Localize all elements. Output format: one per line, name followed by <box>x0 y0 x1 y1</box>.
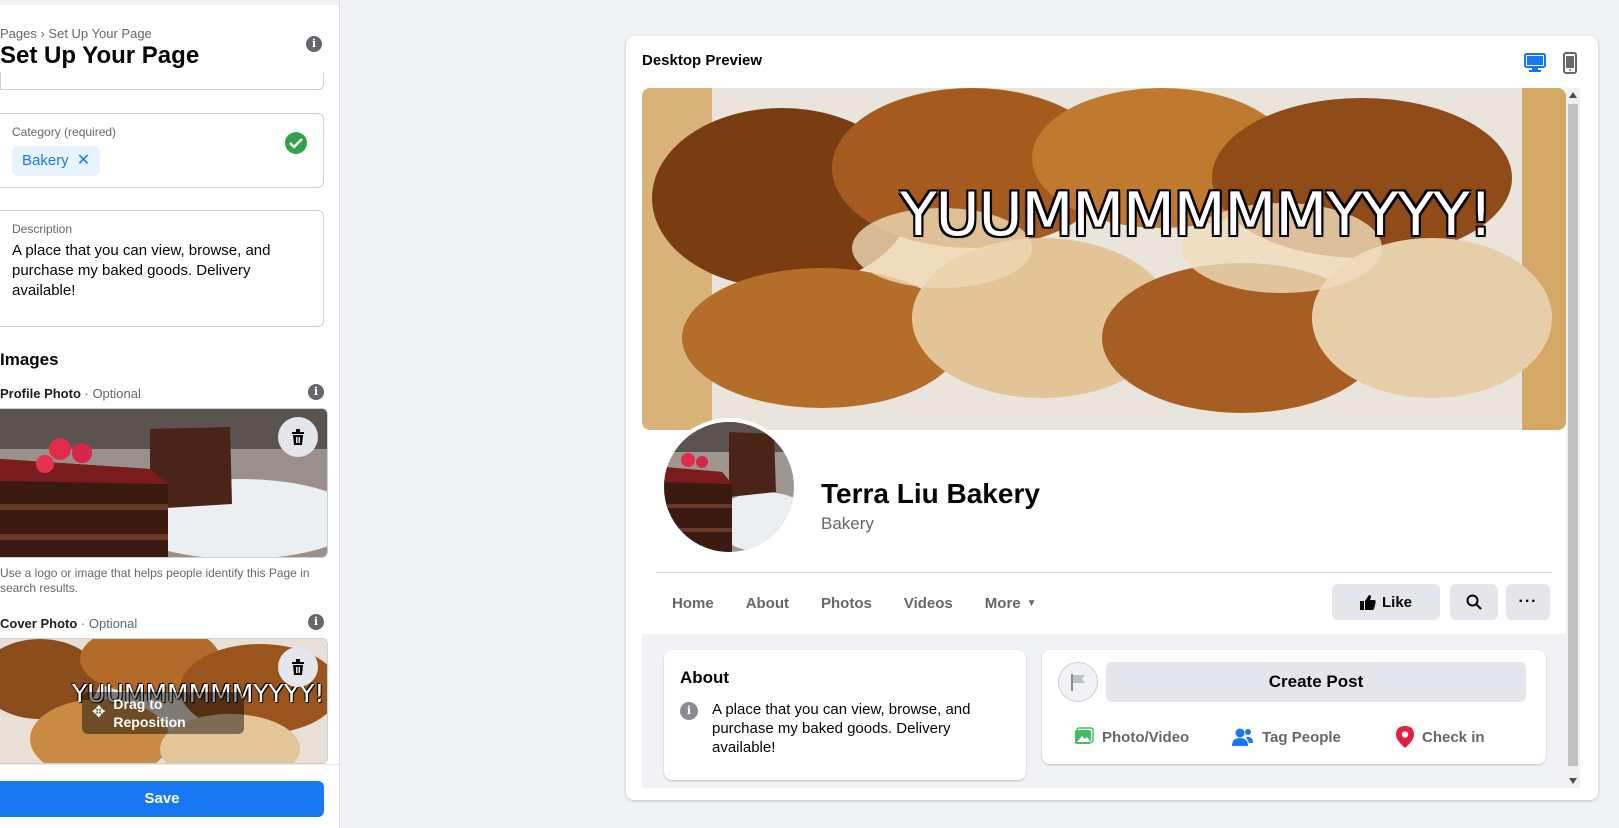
page-avatar <box>1058 662 1098 702</box>
images-section-title: Images <box>0 350 59 369</box>
check-in-label: Check in <box>1422 728 1485 746</box>
profile-photo-label: Profile Photo · Optional <box>0 386 141 401</box>
sidebar-top-edge <box>0 0 339 5</box>
search-button[interactable] <box>1450 584 1498 620</box>
cover-photo-label: Cover Photo · Optional <box>0 616 137 631</box>
info-icon[interactable]: i <box>306 36 322 52</box>
ellipsis-icon: ··· <box>1518 593 1538 610</box>
scroll-down-arrow[interactable] <box>1569 778 1577 784</box>
flag-icon <box>1071 674 1085 691</box>
profile-picture <box>660 418 798 556</box>
delete-profile-photo-button[interactable] <box>278 417 318 457</box>
page-preview: YUUMMMMMMYYYY! Terra Liu Bakery Bakery H… <box>642 88 1566 788</box>
tab-home[interactable]: Home <box>656 578 730 628</box>
page-tabs: Home About Photos Videos More ▼ <box>656 578 1053 628</box>
tab-videos[interactable]: Videos <box>888 578 969 628</box>
page-name: Terra Liu Bakery <box>821 478 1040 509</box>
header-divider <box>656 572 1552 573</box>
save-button[interactable]: Save <box>0 781 324 817</box>
chevron-down-icon: ▼ <box>1026 597 1037 609</box>
remove-category-icon[interactable]: ✕ <box>77 146 90 176</box>
category-field[interactable]: Category (required) Bakery ✕ <box>0 113 324 188</box>
page-name-field[interactable] <box>0 72 324 90</box>
tab-more-label: More <box>984 594 1021 612</box>
info-icon[interactable]: i <box>308 384 324 400</box>
trash-icon <box>292 659 304 675</box>
category-chip: Bakery ✕ <box>12 146 101 176</box>
drag-to-reposition-button[interactable]: ✥ Drag to Reposition <box>82 692 244 734</box>
description-value[interactable]: A place that you can view, browse, and p… <box>12 241 307 301</box>
cover-photo: YUUMMMMMMYYYY! <box>642 88 1566 430</box>
photo-video-button[interactable]: Photo/Video <box>1074 722 1189 752</box>
cake-photo <box>664 422 794 552</box>
page-title: Set Up Your Page <box>0 42 200 69</box>
move-icon: ✥ <box>92 704 106 721</box>
breadcrumb: Pages › Set Up Your Page <box>0 26 152 41</box>
tab-more[interactable]: More ▼ <box>969 578 1053 628</box>
about-card: About i A place that you can view, brows… <box>664 650 1026 780</box>
profile-photo-preview[interactable] <box>0 408 328 558</box>
cover-photo-optional: · Optional <box>77 616 138 631</box>
profile-photo-label-text: Profile Photo <box>0 386 81 401</box>
tab-photos[interactable]: Photos <box>805 578 888 628</box>
like-label: Like <box>1381 593 1412 611</box>
photo-video-label: Photo/Video <box>1102 728 1190 746</box>
desktop-icon[interactable] <box>1524 52 1548 74</box>
braided-bread-image <box>642 88 1566 430</box>
save-bar: Save <box>0 764 339 828</box>
check-icon <box>285 132 307 154</box>
preview-title: Desktop Preview <box>642 52 763 69</box>
location-pin-icon <box>1396 726 1414 748</box>
page-category: Bakery <box>821 514 874 533</box>
category-label: Category (required) <box>12 125 117 139</box>
scroll-up-arrow[interactable] <box>1569 92 1577 98</box>
tab-about[interactable]: About <box>730 578 805 628</box>
like-button[interactable]: Like <box>1332 584 1440 620</box>
drag-label: Drag to Reposition <box>113 696 186 730</box>
tag-people-icon <box>1232 728 1253 746</box>
thumbs-up-icon <box>1359 595 1376 610</box>
scrollbar-thumb[interactable] <box>1568 104 1578 766</box>
profile-photo-hint: Use a logo or image that helps people id… <box>0 566 310 595</box>
info-icon: i <box>680 702 698 720</box>
cover-photo-label-text: Cover Photo <box>0 616 78 631</box>
about-description: A place that you can view, browse, and p… <box>712 701 971 756</box>
profile-photo-optional: · Optional <box>80 386 141 401</box>
category-chip-label: Bakery <box>22 152 69 169</box>
preview-scrollbar[interactable] <box>1566 88 1580 788</box>
more-options-button[interactable]: ··· <box>1506 584 1550 620</box>
create-post-button[interactable]: Create Post <box>1106 662 1526 702</box>
tag-people-label: Tag People <box>1262 728 1341 746</box>
trash-icon <box>292 429 304 445</box>
setup-sidebar: Pages › Set Up Your Page Set Up Your Pag… <box>0 0 340 828</box>
description-field[interactable]: Description A place that you can view, b… <box>0 210 324 327</box>
description-label: Description <box>12 222 73 236</box>
create-post-card: Create Post Photo/Video Tag People Check… <box>1042 650 1546 764</box>
check-in-button[interactable]: Check in <box>1396 722 1485 752</box>
delete-cover-photo-button[interactable] <box>278 647 318 687</box>
mobile-icon[interactable] <box>1562 52 1586 74</box>
search-icon <box>1466 594 1482 610</box>
info-icon[interactable]: i <box>308 614 324 630</box>
about-title: About <box>680 668 730 687</box>
cover-overlay-text: YUUMMMMMMYYYY! <box>900 180 1493 250</box>
photo-icon <box>1075 727 1094 744</box>
preview-panel: Desktop Preview YUUMMMMMMYYYY! Terra Liu… <box>626 36 1598 800</box>
tag-people-button[interactable]: Tag People <box>1232 722 1341 752</box>
